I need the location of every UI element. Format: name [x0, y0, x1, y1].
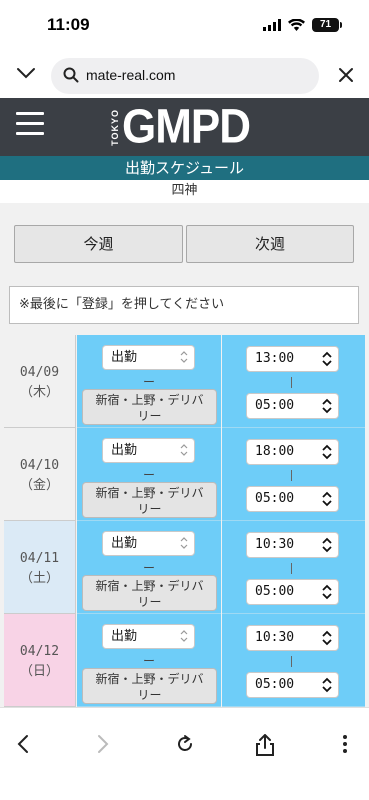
select-chevron-icon — [180, 535, 188, 559]
separator-dash: ー — [143, 561, 156, 575]
weekday-label: （土） — [19, 571, 59, 586]
select-chevron-icon — [322, 584, 332, 609]
select-chevron-icon — [322, 351, 332, 376]
select-chevron-icon — [322, 537, 332, 562]
weekday-label: （木） — [19, 385, 59, 400]
weekday-label: （日） — [19, 664, 59, 679]
schedule-row: 04/10 （金） 出勤ー新宿・上野・デリバ リー 18:00 05:00 — [4, 428, 365, 521]
weekday-label: （金） — [19, 478, 59, 493]
logo-text: GMPD — [122, 99, 251, 154]
site-logo[interactable]: TOKYO GMPD — [110, 99, 251, 154]
status-select[interactable]: 出勤 — [102, 531, 195, 556]
forward-icon[interactable] — [96, 734, 110, 754]
more-icon[interactable] — [342, 734, 348, 754]
select-chevron-icon — [180, 442, 188, 466]
date-label: 04/11 — [19, 551, 60, 566]
time-separator — [291, 656, 292, 667]
browser-url-row: mate-real.com — [0, 54, 369, 98]
back-icon[interactable] — [16, 734, 30, 754]
schedule-row: 04/12 （日） 出勤ー新宿・上野・デリバ リー 10:30 05:00 — [4, 614, 365, 707]
schedule-row: 04/11 （土） 出勤ー新宿・上野・デリバ リー 10:30 05:00 — [4, 521, 365, 614]
start-time-select[interactable]: 10:30 — [246, 625, 339, 651]
select-chevron-icon — [322, 398, 332, 423]
start-time-select[interactable]: 10:30 — [246, 532, 339, 558]
page-title: 出勤スケジュール — [0, 156, 369, 180]
schedule-row: 04/09 （木） 出勤ー新宿・上野・デリバ リー 13:00 05:00 — [4, 335, 365, 428]
status-select[interactable]: 出勤 — [102, 624, 195, 649]
page-subtitle: 四神 — [0, 180, 369, 203]
chevron-down-icon[interactable] — [16, 66, 36, 80]
end-time-select[interactable]: 05:00 — [246, 579, 339, 605]
end-time-select[interactable]: 05:00 — [246, 486, 339, 512]
next-week-button[interactable]: 次週 — [186, 225, 354, 263]
site-header: TOKYO GMPD — [0, 98, 369, 156]
end-time-select[interactable]: 05:00 — [246, 672, 339, 698]
separator-dash: ー — [143, 375, 156, 389]
this-week-button[interactable]: 今週 — [14, 225, 183, 263]
separator-dash: ー — [143, 468, 156, 482]
url-text: mate-real.com — [86, 67, 176, 83]
area-select-button[interactable]: 新宿・上野・デリバ リー — [82, 575, 217, 611]
status-select[interactable]: 出勤 — [102, 345, 195, 370]
end-time-select[interactable]: 05:00 — [246, 393, 339, 419]
time-separator — [291, 563, 292, 574]
select-chevron-icon — [180, 628, 188, 652]
signal-icon — [263, 19, 281, 31]
close-icon[interactable] — [338, 67, 354, 83]
share-icon[interactable] — [256, 734, 274, 756]
start-time-select[interactable]: 18:00 — [246, 439, 339, 465]
time-separator — [291, 377, 292, 388]
status-time: 11:09 — [47, 15, 90, 34]
select-chevron-icon — [180, 349, 188, 373]
separator-dash: ー — [143, 654, 156, 668]
select-chevron-icon — [322, 491, 332, 516]
area-select-button[interactable]: 新宿・上野・デリバ リー — [82, 482, 217, 518]
start-time-select[interactable]: 13:00 — [246, 346, 339, 372]
time-separator — [291, 470, 292, 481]
date-label: 04/09 — [19, 365, 60, 380]
reload-icon[interactable] — [175, 734, 195, 754]
battery-icon: 71 — [312, 18, 342, 32]
date-label: 04/10 — [19, 458, 60, 473]
date-cell: 04/09 （木） — [4, 335, 76, 428]
date-cell: 04/11 （土） — [4, 521, 76, 614]
status-select[interactable]: 出勤 — [102, 438, 195, 463]
notice-text: ※最後に「登録」を押してください — [9, 286, 359, 324]
status-icons: 71 — [263, 18, 342, 32]
date-label: 04/12 — [19, 644, 60, 659]
logo-small-text: TOKYO — [110, 108, 120, 146]
select-chevron-icon — [322, 444, 332, 469]
address-bar[interactable]: mate-real.com — [51, 58, 319, 94]
search-icon — [63, 67, 79, 83]
browser-toolbar — [0, 707, 369, 800]
schedule-table: 04/09 （木） 出勤ー新宿・上野・デリバ リー 13:00 05:00 04/10 （金）… — [4, 335, 365, 707]
wifi-icon — [288, 19, 305, 31]
area-select-button[interactable]: 新宿・上野・デリバ リー — [82, 389, 217, 425]
date-cell: 04/10 （金） — [4, 428, 76, 521]
select-chevron-icon — [322, 630, 332, 655]
select-chevron-icon — [322, 677, 332, 702]
status-bar: 11:09 71 — [0, 0, 369, 54]
date-cell: 04/12 （日） — [4, 614, 76, 707]
area-select-button[interactable]: 新宿・上野・デリバ リー — [82, 668, 217, 704]
hamburger-menu-icon[interactable] — [16, 112, 44, 136]
